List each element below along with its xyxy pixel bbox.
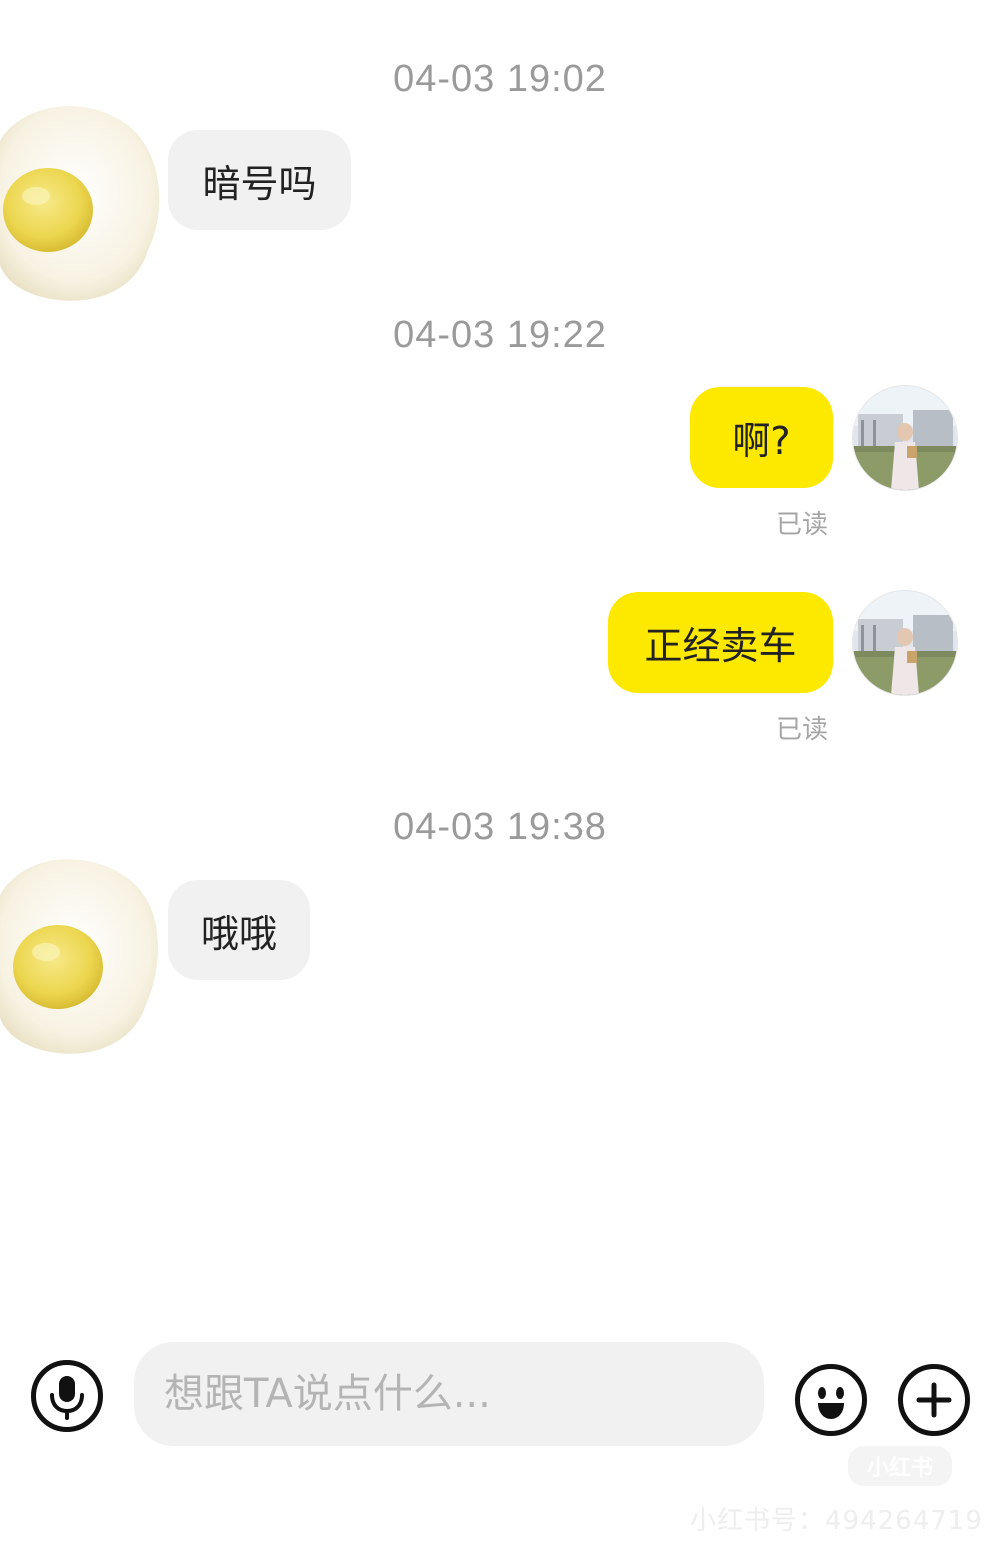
more-button[interactable] — [898, 1364, 970, 1436]
message-text: 哦哦 — [200, 911, 277, 956]
profile-photo-icon — [853, 386, 957, 490]
input-bar — [0, 1340, 1000, 1450]
fried-egg-icon — [0, 859, 158, 1054]
timestamp: 04-03 19:22 — [393, 314, 607, 356]
voice-button[interactable] — [31, 1360, 103, 1432]
emoji-button[interactable] — [795, 1364, 867, 1436]
timestamp: 04-03 19:38 — [393, 806, 607, 848]
message-input[interactable] — [134, 1342, 764, 1446]
read-status: 已读 — [776, 510, 829, 540]
user-avatar[interactable] — [853, 386, 957, 490]
timestamp: 04-03 19:02 — [393, 58, 607, 100]
fried-egg-icon — [0, 106, 160, 301]
read-status: 已读 — [776, 715, 829, 745]
plus-icon — [916, 1382, 952, 1418]
message-text: 啊? — [732, 419, 791, 463]
watermark-id: 小红书号：494264719 — [690, 1506, 983, 1536]
smiley-icon — [818, 1387, 844, 1419]
message-bubble-incoming[interactable]: 哦哦 — [168, 880, 310, 980]
message-bubble-outgoing[interactable]: 正经卖车 — [608, 592, 833, 693]
microphone-icon — [50, 1376, 84, 1420]
message-bubble-outgoing[interactable]: 啊? — [690, 387, 833, 488]
user-avatar[interactable] — [853, 591, 957, 695]
profile-photo-icon — [853, 591, 957, 695]
contact-avatar[interactable] — [0, 852, 163, 1062]
watermark-logo: 小红书 — [848, 1446, 952, 1486]
message-text: 正经卖车 — [644, 624, 797, 668]
message-bubble-incoming[interactable]: 暗号吗 — [168, 130, 351, 230]
contact-avatar[interactable] — [0, 100, 163, 310]
message-text: 暗号吗 — [202, 161, 317, 206]
